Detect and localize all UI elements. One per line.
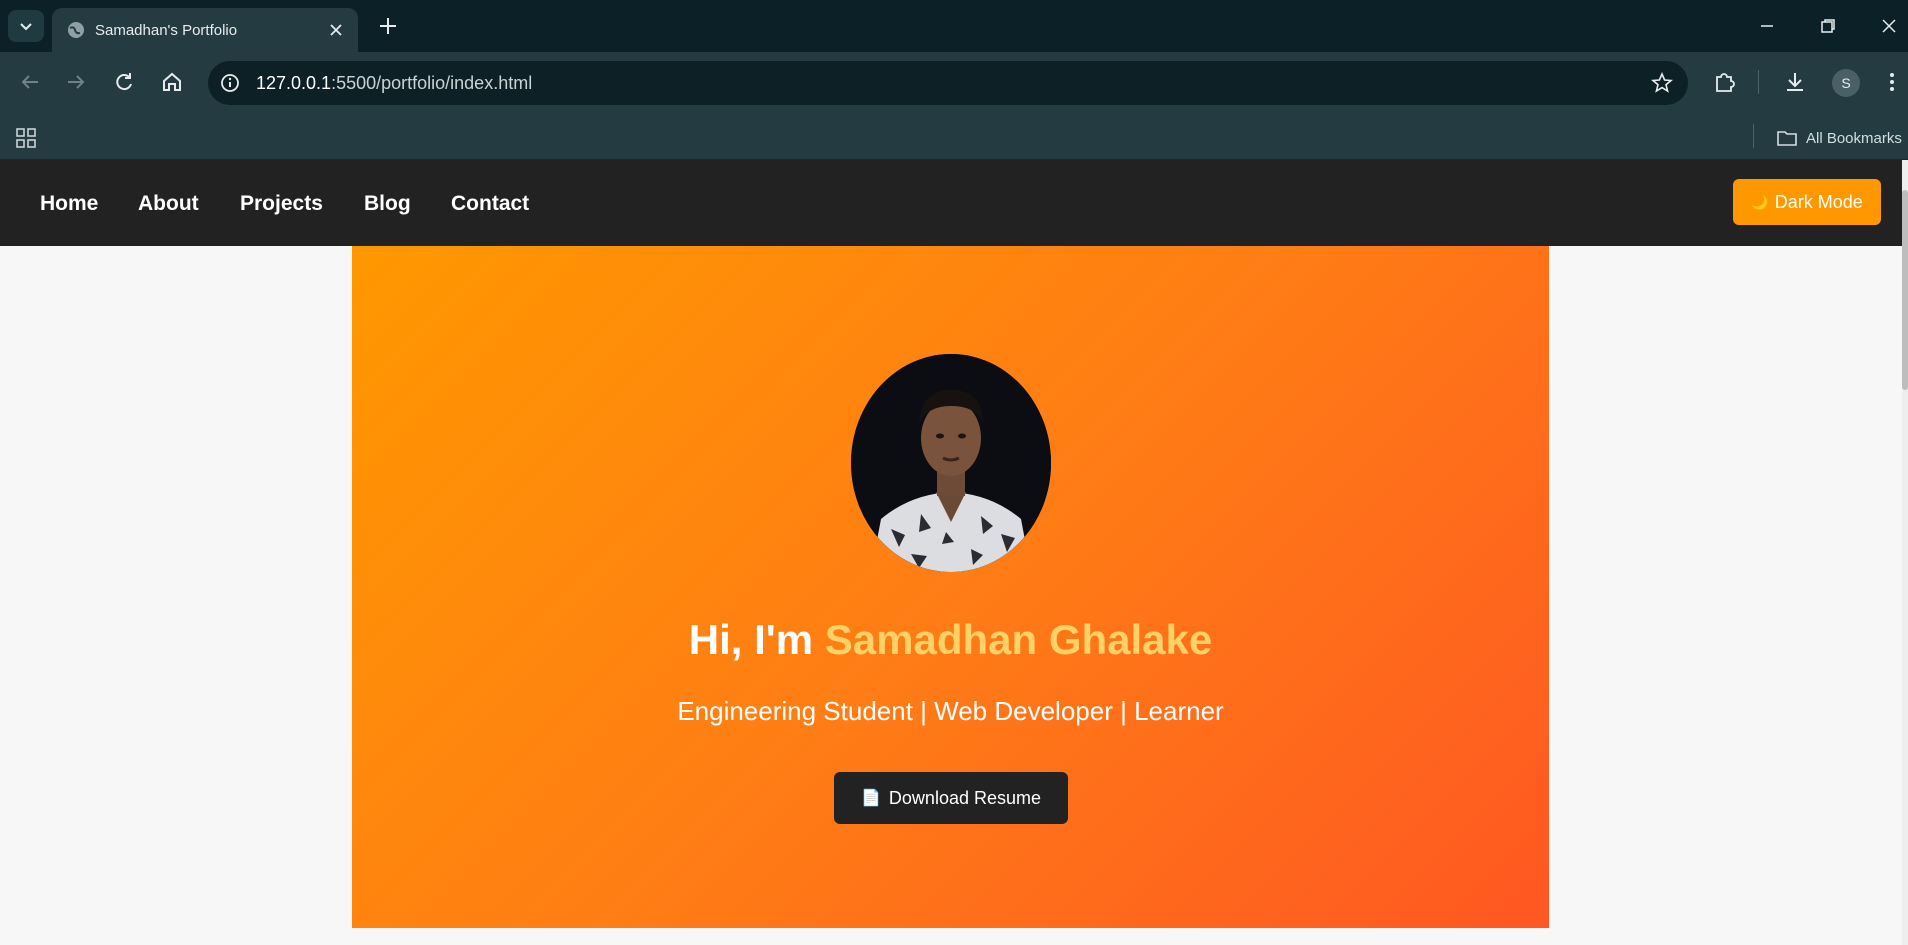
- close-tab-icon[interactable]: [326, 20, 346, 40]
- document-icon: 📄: [861, 790, 881, 807]
- profile-photo: [851, 354, 1051, 572]
- menu-kebab-icon[interactable]: [1878, 68, 1906, 96]
- scrollbar-thumb[interactable]: [1902, 190, 1908, 390]
- page-scrollbar[interactable]: [1902, 160, 1908, 945]
- nav-link-contact[interactable]: Contact: [451, 192, 529, 216]
- hero-heading: Hi, I'm Samadhan Ghalake: [352, 616, 1549, 664]
- all-bookmarks-label: All Bookmarks: [1806, 129, 1902, 147]
- apps-grid-icon[interactable]: [14, 126, 38, 150]
- forward-icon[interactable]: [62, 68, 90, 96]
- extensions-icon[interactable]: [1710, 68, 1738, 96]
- tab-search-button[interactable]: [8, 10, 44, 42]
- globe-icon: [68, 22, 84, 38]
- hero-name: Samadhan Ghalake: [824, 616, 1213, 663]
- nav-link-about[interactable]: About: [138, 192, 199, 216]
- site-info-icon[interactable]: [218, 71, 242, 95]
- hero-section: Hi, I'm Samadhan Ghalake Engineering Stu…: [352, 246, 1549, 928]
- url-text[interactable]: 127.0.0.1:5500/portfolio/index.html: [256, 73, 532, 94]
- minimize-icon[interactable]: [1755, 14, 1779, 38]
- download-resume-button[interactable]: 📄 Download Resume: [834, 772, 1068, 824]
- dark-mode-toggle-button[interactable]: 🌙 Dark Mode: [1733, 179, 1881, 225]
- browser-tab-bar: Samadhan's Portfolio: [0, 0, 1908, 52]
- download-resume-label: Download Resume: [888, 787, 1041, 808]
- web-page: Home About Projects Blog Contact 🌙 Dark …: [0, 160, 1908, 945]
- toolbar-divider: [1758, 70, 1759, 94]
- download-icon[interactable]: [1781, 68, 1809, 96]
- tab-title: Samadhan's Portfolio: [95, 22, 238, 39]
- chevron-down-icon: [20, 23, 32, 31]
- hero-greeting: Hi, I'm: [688, 616, 825, 663]
- bookmarks-divider: [1753, 124, 1754, 148]
- address-bar[interactable]: 127.0.0.1:5500/portfolio/index.html: [208, 61, 1688, 105]
- close-window-icon[interactable]: [1877, 14, 1901, 38]
- nav-link-blog[interactable]: Blog: [364, 192, 411, 216]
- moon-icon: 🌙: [1751, 193, 1769, 210]
- portrait-image: [851, 354, 1051, 572]
- back-icon[interactable]: [16, 68, 44, 96]
- bookmark-star-icon[interactable]: [1650, 71, 1674, 95]
- bookmarks-bar: All Bookmarks: [0, 114, 1908, 160]
- hero-subtitle: Engineering Student | Web Developer | Le…: [677, 696, 1224, 726]
- browser-toolbar: 127.0.0.1:5500/portfolio/index.html S: [0, 52, 1908, 114]
- restore-icon[interactable]: [1816, 14, 1840, 38]
- folder-icon: [1777, 131, 1797, 146]
- profile-avatar[interactable]: S: [1832, 69, 1860, 97]
- new-tab-icon[interactable]: [376, 14, 400, 38]
- reload-icon[interactable]: [110, 68, 138, 96]
- all-bookmarks-button[interactable]: All Bookmarks: [1776, 126, 1902, 150]
- home-icon[interactable]: [158, 68, 186, 96]
- dark-mode-label: Dark Mode: [1774, 191, 1863, 212]
- nav-link-home[interactable]: Home: [40, 192, 98, 216]
- nav-link-projects[interactable]: Projects: [240, 192, 323, 216]
- site-navbar: Home About Projects Blog Contact 🌙 Dark …: [0, 160, 1902, 246]
- browser-tab[interactable]: Samadhan's Portfolio: [52, 8, 358, 52]
